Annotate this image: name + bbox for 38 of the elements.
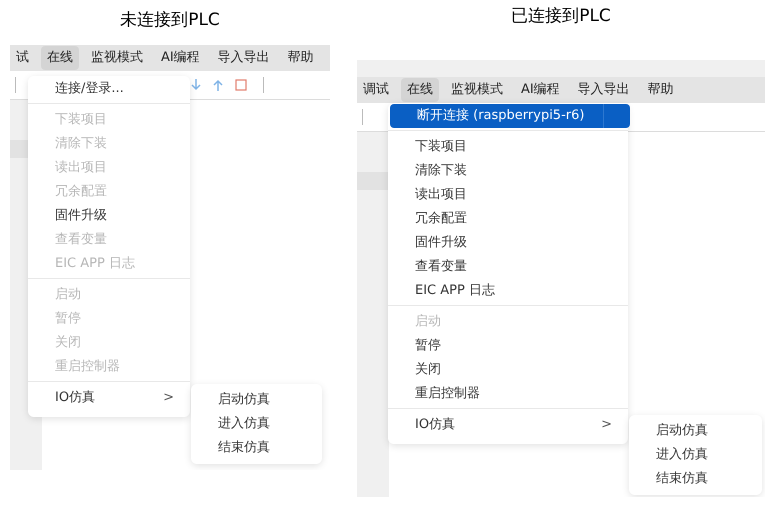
menu-item[interactable]: 固件升级 [28, 204, 190, 228]
menu-bar-item[interactable]: 导入导出 [212, 46, 276, 70]
submenu-item[interactable]: 启动仿真 [191, 388, 322, 412]
menu-item[interactable]: EIC APP 日志 [388, 279, 628, 303]
submenu-item[interactable]: 进入仿真 [629, 443, 762, 467]
menu-item[interactable]: IO仿真 > [388, 413, 628, 437]
menu-item[interactable]: 冗余配置 [388, 207, 628, 231]
submenu-item[interactable]: 启动仿真 [629, 419, 762, 443]
menu-bar-item[interactable]: 调试 [357, 78, 395, 102]
menu-bar-item[interactable]: 在线 [41, 46, 79, 70]
menu-item[interactable]: 重启控制器 [388, 382, 628, 406]
download-icon[interactable] [191, 78, 201, 92]
submenu-item[interactable]: 进入仿真 [191, 412, 322, 436]
menu-item[interactable]: 断开连接 (raspberrypi5-r6) [390, 104, 630, 128]
menu-bar-item[interactable]: 帮助 [282, 46, 320, 70]
menu-item[interactable]: IO仿真 > [28, 386, 190, 410]
stop-icon[interactable] [235, 79, 247, 91]
menu-bar-item[interactable]: AI编程 [515, 78, 566, 102]
menu-bar-item[interactable]: 导入导出 [572, 78, 636, 102]
caption: 未连接到PLC [120, 9, 220, 32]
menu-item[interactable]: 关闭 [388, 358, 628, 382]
menu-item[interactable]: 连接/登录... [28, 77, 190, 101]
upload-icon[interactable] [213, 78, 223, 92]
menu-bar-item[interactable]: AI编程 [155, 46, 206, 70]
caption: 已连接到PLC [511, 5, 611, 28]
menu-item[interactable]: 清除下装 [388, 159, 628, 183]
menu-bar-item[interactable]: 帮助 [642, 78, 680, 102]
menu-item[interactable]: 暂停 [388, 334, 628, 358]
menu-bar-item[interactable]: 试 [10, 46, 35, 70]
menu-item[interactable]: 固件升级 [388, 231, 628, 255]
submenu-item[interactable]: 结束仿真 [629, 467, 762, 491]
menu-bar-item[interactable]: 监视模式 [445, 78, 509, 102]
menu-bar-item[interactable]: 在线 [401, 78, 439, 102]
menu-item[interactable]: 读出项目 [388, 183, 628, 207]
menu-item[interactable]: 下装项目 [388, 135, 628, 159]
menu-bar-item[interactable]: 监视模式 [85, 46, 149, 70]
submenu-item[interactable]: 结束仿真 [191, 436, 322, 460]
menu-item[interactable]: 查看变量 [388, 255, 628, 279]
